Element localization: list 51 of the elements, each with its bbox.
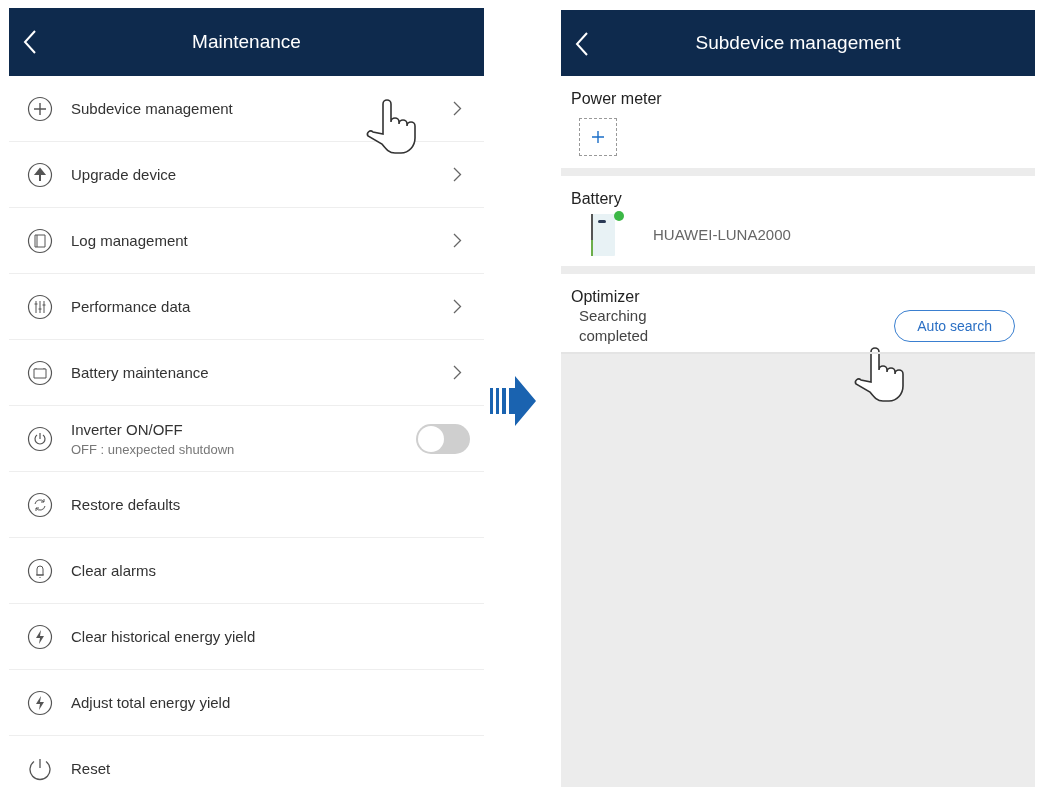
menu-item[interactable]: Adjust total energy yield (9, 670, 484, 736)
device-name[interactable]: HUAWEI-LUNA2000 (653, 225, 791, 243)
notebook-icon (27, 227, 53, 254)
toggle-switch[interactable] (416, 423, 470, 454)
auto-search-button[interactable]: Auto search (894, 310, 1015, 342)
menu-item[interactable]: Log management (9, 208, 484, 274)
plus-circle-icon (27, 95, 53, 122)
menu-label: Log management (71, 232, 189, 249)
chevron-icon (453, 365, 462, 380)
menu-label: Clear historical energy yield (71, 628, 257, 645)
menu-label: Inverter ON/OFF (71, 420, 184, 438)
add-button[interactable] (579, 118, 617, 156)
menu-label: Reset (71, 760, 112, 777)
menu-label: Adjust total energy yield (71, 694, 232, 711)
back-icon[interactable] (575, 31, 589, 57)
menu-label: Battery maintenance (71, 364, 210, 381)
menu-item[interactable]: Battery maintenance (9, 340, 484, 406)
battery-icon (27, 359, 53, 386)
chevron-icon (453, 233, 462, 248)
lightning-icon (27, 689, 53, 716)
section-heading: Power meter (571, 90, 663, 108)
menu-item[interactable]: Performance data (9, 274, 484, 340)
power-icon (27, 425, 53, 452)
menu-item[interactable]: Clear alarms (9, 538, 484, 604)
chevron-icon (453, 299, 462, 314)
menu-item[interactable]: Restore defaults (9, 472, 484, 538)
menu-label: Restore defaults (71, 496, 182, 513)
status-text: OFF : unexpected shutdown (71, 441, 236, 457)
chevron-icon (453, 167, 462, 182)
screen-title: Subdevice management (695, 32, 901, 54)
refresh-icon (27, 491, 53, 518)
menu-item[interactable]: Inverter ON/OFF OFF : unexpected shutdown (9, 406, 484, 472)
chevron-icon (453, 101, 462, 116)
sliders-icon (27, 293, 53, 320)
menu-label: Upgrade device (71, 166, 178, 183)
back-icon[interactable] (23, 29, 37, 55)
right-arrow-icon (490, 376, 536, 426)
menu-label: Clear alarms (71, 562, 158, 579)
menu-label: Performance data (71, 298, 192, 315)
pointing-hand-icon (365, 98, 417, 156)
menu-item[interactable]: Clear historical energy yield (9, 604, 484, 670)
section-heading: Optimizer (571, 288, 641, 306)
plus-icon (592, 131, 604, 143)
bell-icon (27, 557, 53, 584)
screen-title: Maintenance (192, 31, 301, 53)
section-heading: Battery (571, 190, 623, 208)
status-text: Searching completed (579, 306, 650, 346)
menu-item[interactable]: Reset (9, 736, 484, 787)
menu-label: Subdevice management (71, 100, 234, 117)
pointing-hand-icon (853, 346, 905, 404)
lightning-icon (27, 623, 53, 650)
